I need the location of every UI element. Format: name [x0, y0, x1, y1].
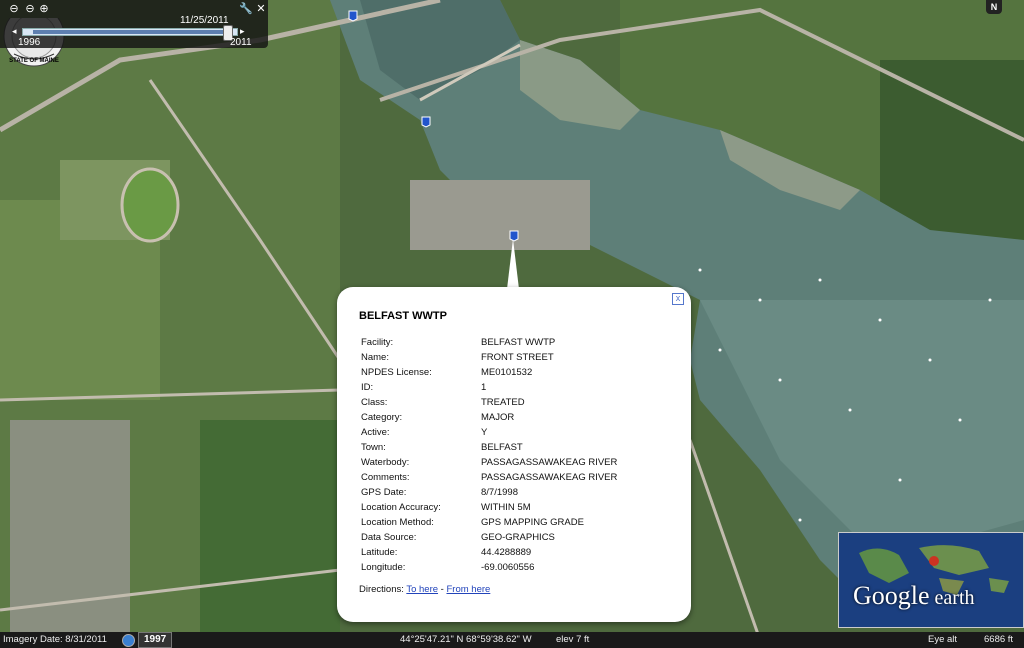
attribute-value: MAJOR: [481, 412, 515, 423]
zoom-out-icon[interactable]: ⊖: [24, 3, 36, 15]
attribute-value: FRONT STREET: [481, 352, 554, 363]
historical-imagery-year[interactable]: 1997: [138, 632, 173, 648]
attribute-label: Category:: [361, 412, 403, 423]
attribute-label: Latitude:: [361, 547, 398, 558]
attribute-label: Name:: [361, 352, 389, 363]
time-slider-track[interactable]: [22, 25, 238, 41]
logo-google: Google: [853, 581, 930, 610]
attribute-value: BELFAST: [481, 442, 523, 453]
attribute-value: ME0101532: [481, 367, 533, 378]
eye-alt-value: 6686 ft: [984, 634, 1014, 645]
attribute-row: Name: FRONT STREET: [361, 350, 617, 365]
attribute-value: GPS MAPPING GRADE: [481, 517, 584, 528]
close-icon[interactable]: ✕: [255, 3, 267, 15]
attribute-value: PASSAGASSAWAKEAG RIVER: [481, 472, 618, 483]
attribute-value: BELFAST WWTP: [481, 337, 556, 348]
attribute-row: Waterbody: PASSAGASSAWAKEAG RIVER: [361, 455, 617, 470]
attribute-row: NPDES License: ME0101532: [361, 365, 617, 380]
historical-imagery-globe-icon[interactable]: [122, 634, 135, 647]
attribute-row: Location Accuracy: WITHIN 5M: [361, 500, 617, 515]
attribute-label: Location Accuracy:: [361, 502, 441, 513]
logo-earth: earth: [929, 587, 975, 609]
attribute-row: Comments: PASSAGASSAWAKEAG RIVER: [361, 470, 617, 485]
directions-from-here-link[interactable]: From here: [446, 584, 490, 595]
balloon-close-icon[interactable]: x: [672, 293, 684, 305]
balloon-title: BELFAST WWTP: [359, 310, 447, 322]
attribute-row: Town: BELFAST: [361, 440, 617, 455]
attribute-value: TREATED: [481, 397, 525, 408]
blue-placemark-icon[interactable]: [421, 116, 431, 128]
attribute-row: GPS Date: 8/7/1998: [361, 485, 617, 500]
attribute-value: 1: [481, 382, 487, 393]
attribute-label: Town:: [361, 442, 386, 453]
attribute-row: Facility: BELFAST WWTP: [361, 335, 617, 350]
attribute-label: Active:: [361, 427, 390, 438]
cursor-coordinates: 44°25'47.21" N 68°59'38.62" W: [400, 634, 532, 645]
world-map-icon: [839, 533, 1023, 627]
time-slider-panel: ⊖ ⊖ ⊕ 🔧 ✕ 11/25/2011 ◂ ▸ 1996 2011: [0, 0, 268, 48]
attribute-value: 44.4288889: [481, 547, 532, 558]
eye-alt-label: Eye alt: [928, 634, 958, 645]
attribute-label: Waterbody:: [361, 457, 410, 468]
facility-attributes-table: Facility: BELFAST WWTP Name: FRONT STREET NP…: [361, 335, 617, 575]
google-earth-wordmark: Google earth: [853, 581, 975, 611]
attribute-label: Class:: [361, 397, 388, 408]
attribute-label: Location Method:: [361, 517, 434, 528]
blue-placemark-icon[interactable]: [348, 10, 358, 22]
attribute-label: NPDES License:: [361, 367, 432, 378]
attribute-label: Longitude:: [361, 562, 406, 573]
time-slider-range: [33, 30, 223, 34]
attribute-value: GEO-GRAPHICS: [481, 532, 555, 543]
directions-row: Directions: To here - From here: [359, 584, 490, 595]
attribute-value: 8/7/1998: [481, 487, 518, 498]
attribute-label: Data Source:: [361, 532, 417, 543]
directions-to-here-link[interactable]: To here: [406, 584, 438, 595]
attribute-value: Y: [481, 427, 488, 438]
attribute-row: Data Source: GEO-GRAPHICS: [361, 530, 617, 545]
attribute-label: Facility:: [361, 337, 394, 348]
time-slider-end-year: 2011: [230, 37, 252, 48]
zoom-out-icon[interactable]: ⊖: [8, 3, 20, 15]
directions-label: Directions:: [359, 584, 404, 595]
attribute-label: GPS Date:: [361, 487, 407, 498]
zoom-in-icon[interactable]: ⊕: [38, 3, 50, 15]
time-step-back-icon[interactable]: ◂: [12, 26, 17, 37]
attribute-row: Latitude: 44.4288889: [361, 545, 617, 560]
attribute-row: ID: 1: [361, 380, 617, 395]
attribute-value: WITHIN 5M: [481, 502, 531, 513]
time-slider-start-year: 1996: [18, 37, 41, 48]
attribute-row: Location Method: GPS MAPPING GRADE: [361, 515, 617, 530]
google-earth-logo: Google earth: [838, 532, 1024, 628]
attribute-row: Class: TREATED: [361, 395, 617, 410]
balloon-pointer: [507, 239, 519, 289]
time-step-forward-icon[interactable]: ▸: [240, 26, 245, 37]
imagery-date: Imagery Date: 8/31/2011: [3, 634, 107, 645]
north-compass-icon[interactable]: N: [986, 0, 1002, 14]
wrench-icon[interactable]: 🔧: [239, 3, 253, 15]
elevation-readout: elev 7 ft: [556, 634, 590, 645]
attribute-row: Active: Y: [361, 425, 617, 440]
attribute-label: ID:: [361, 382, 374, 393]
attribute-label: Comments:: [361, 472, 410, 483]
attribute-row: Longitude: -69.0060556: [361, 560, 617, 575]
time-slider-current-date: 11/25/2011: [180, 15, 229, 26]
attribute-value: PASSAGASSAWAKEAG RIVER: [481, 457, 618, 468]
svg-text:STATE OF MAINE: STATE OF MAINE: [9, 58, 59, 64]
attribute-row: Category: MAJOR: [361, 410, 617, 425]
attribute-value: -69.0060556: [481, 562, 535, 573]
